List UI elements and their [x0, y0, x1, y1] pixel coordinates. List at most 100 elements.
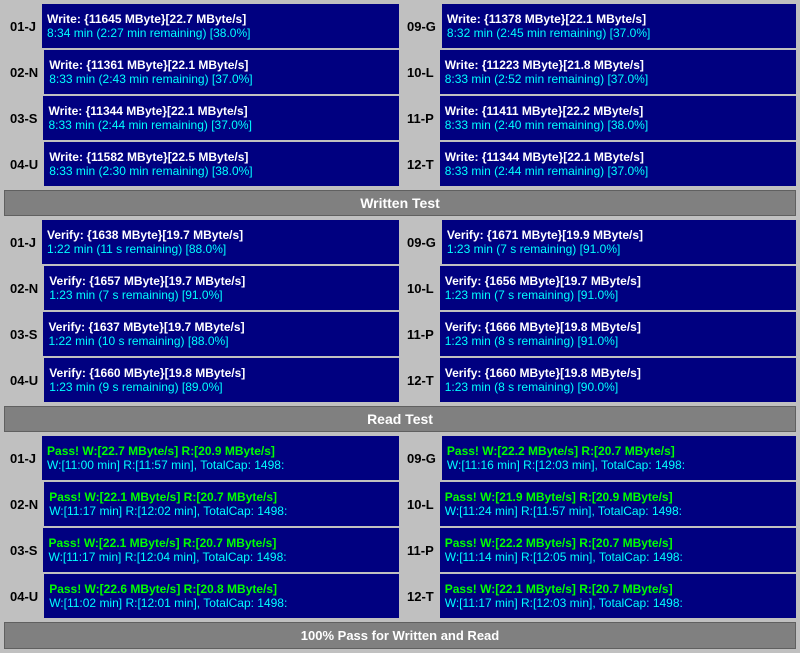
drive-id: 10-L — [401, 266, 440, 310]
cell-line2: W:[11:02 min] R:[12:01 min], TotalCap: 1… — [49, 596, 394, 610]
drive-cell: Verify: {1660 MByte}[19.8 MByte/s]1:23 m… — [44, 358, 399, 402]
cell-line1: Pass! W:[22.6 MByte/s] R:[20.8 MByte/s] — [49, 582, 394, 596]
row-left-02n: 02-NPass! W:[22.1 MByte/s] R:[20.7 MByte… — [4, 482, 399, 526]
drive-id: 09-G — [401, 4, 442, 48]
row-left-01j: 01-JPass! W:[22.7 MByte/s] R:[20.9 MByte… — [4, 436, 399, 480]
cell-line2: 8:34 min (2:27 min remaining) [38.0%] — [47, 26, 394, 40]
drive-id: 09-G — [401, 436, 442, 480]
drive-cell: Verify: {1671 MByte}[19.9 MByte/s]1:23 m… — [442, 220, 796, 264]
cell-line1: Verify: {1666 MByte}[19.8 MByte/s] — [445, 320, 791, 334]
cell-line1: Verify: {1671 MByte}[19.9 MByte/s] — [447, 228, 791, 242]
cell-line1: Write: {11411 MByte}[22.2 MByte/s] — [445, 104, 791, 118]
drive-id: 03-S — [4, 312, 43, 356]
cell-line2: 1:23 min (8 s remaining) [90.0%] — [445, 380, 791, 394]
cell-line2: 1:23 min (8 s remaining) [91.0%] — [445, 334, 791, 348]
cell-line2: 1:22 min (10 s remaining) [88.0%] — [48, 334, 394, 348]
drive-id: 02-N — [4, 266, 44, 310]
cell-line1: Pass! W:[22.2 MByte/s] R:[20.7 MByte/s] — [445, 536, 791, 550]
drive-id: 02-N — [4, 50, 44, 94]
row-right-09g: 09-GWrite: {11378 MByte}[22.1 MByte/s]8:… — [401, 4, 796, 48]
row-left-03s: 03-SVerify: {1637 MByte}[19.7 MByte/s]1:… — [4, 312, 399, 356]
drive-id: 04-U — [4, 142, 44, 186]
drive-cell: Verify: {1637 MByte}[19.7 MByte/s]1:22 m… — [43, 312, 399, 356]
row-left-02n: 02-N Write: {11361 MByte}[22.1 MByte/s]8:… — [4, 50, 399, 94]
row-left-04u: 04-UVerify: {1660 MByte}[19.8 MByte/s]1:… — [4, 358, 399, 402]
cell-line1: Pass! W:[22.1 MByte/s] R:[20.7 MByte/s] — [48, 536, 394, 550]
row-left-01j: 01-JWrite: {11645 MByte}[22.7 MByte/s]8:… — [4, 4, 399, 48]
drive-cell: Write: {11344 MByte}[22.1 MByte/s]8:33 m… — [440, 142, 796, 186]
drive-id: 04-U — [4, 574, 44, 618]
drive-cell: Pass! W:[22.1 MByte/s] R:[20.7 MByte/s]W… — [44, 482, 399, 526]
cell-line1: Pass! W:[21.9 MByte/s] R:[20.9 MByte/s] — [445, 490, 791, 504]
row-right-11p: 11-P Verify: {1666 MByte}[19.8 MByte/s]1:… — [401, 312, 796, 356]
drive-id: 09-G — [401, 220, 442, 264]
cell-line2: W:[11:00 min] R:[11:57 min], TotalCap: 1… — [47, 458, 394, 472]
cell-line1: Write: {11582 MByte}[22.5 MByte/s] — [49, 150, 394, 164]
row-right-11p: 11-PWrite: {11411 MByte}[22.2 MByte/s]8:… — [401, 96, 796, 140]
drive-cell: Verify: {1657 MByte}[19.7 MByte/s]1:23 m… — [44, 266, 399, 310]
row-left-02n: 02-NVerify: {1657 MByte}[19.7 MByte/s]1:… — [4, 266, 399, 310]
read-test-label: Read Test — [4, 406, 796, 432]
drive-cell: Verify: {1638 MByte}[19.7 MByte/s]1:22 m… — [42, 220, 399, 264]
cell-line1: Write: {11344 MByte}[22.1 MByte/s] — [445, 150, 791, 164]
cell-line2: W:[11:24 min] R:[11:57 min], TotalCap: 1… — [445, 504, 791, 518]
verify-grid: 01-JVerify: {1638 MByte}[19.7 MByte/s]1:… — [4, 220, 796, 402]
cell-line2: 8:33 min (2:30 min remaining) [38.0%] — [49, 164, 394, 178]
drive-cell: Write: {11344 MByte}[22.1 MByte/s]8:33 m… — [43, 96, 399, 140]
drive-cell: Pass! W:[22.1 MByte/s] R:[20.7 MByte/s]W… — [440, 574, 796, 618]
drive-id: 10-L — [401, 482, 440, 526]
cell-line1: Write: {11223 MByte}[21.8 MByte/s] — [445, 58, 791, 72]
read-grid: 01-JPass! W:[22.7 MByte/s] R:[20.9 MByte… — [4, 436, 796, 618]
main-container: 01-JWrite: {11645 MByte}[22.7 MByte/s]8:… — [0, 0, 800, 653]
cell-line2: 1:23 min (7 s remaining) [91.0%] — [49, 288, 394, 302]
row-right-10l: 10-LWrite: {11223 MByte}[21.8 MByte/s]8:… — [401, 50, 796, 94]
cell-line1: Write: {11361 MByte}[22.1 MByte/s] — [49, 58, 394, 72]
row-right-10l: 10-LVerify: {1656 MByte}[19.7 MByte/s]1:… — [401, 266, 796, 310]
cell-line2: W:[11:16 min] R:[12:03 min], TotalCap: 1… — [447, 458, 791, 472]
cell-line2: 8:33 min (2:43 min remaining) [37.0%] — [49, 72, 394, 86]
written-test-label: Written Test — [4, 190, 796, 216]
cell-line1: Verify: {1660 MByte}[19.8 MByte/s] — [445, 366, 791, 380]
cell-line2: 1:23 min (7 s remaining) [91.0%] — [445, 288, 791, 302]
cell-line1: Pass! W:[22.1 MByte/s] R:[20.7 MByte/s] — [49, 490, 394, 504]
cell-line2: 1:23 min (9 s remaining) [89.0%] — [49, 380, 394, 394]
drive-cell: Write: {11411 MByte}[22.2 MByte/s]8:33 m… — [440, 96, 796, 140]
drive-cell: Write: {11223 MByte}[21.8 MByte/s]8:33 m… — [440, 50, 796, 94]
row-right-11p: 11-PPass! W:[22.2 MByte/s] R:[20.7 MByte… — [401, 528, 796, 572]
drive-cell: Pass! W:[22.2 MByte/s] R:[20.7 MByte/s]W… — [440, 528, 796, 572]
drive-cell: Write: {11378 MByte}[22.1 MByte/s]8:32 m… — [442, 4, 796, 48]
cell-line1: Pass! W:[22.7 MByte/s] R:[20.9 MByte/s] — [47, 444, 394, 458]
row-right-12t: 12-TVerify: {1660 MByte}[19.8 MByte/s]1:… — [401, 358, 796, 402]
drive-id: 03-S — [4, 96, 43, 140]
drive-cell: Verify: {1660 MByte}[19.8 MByte/s]1:23 m… — [440, 358, 796, 402]
drive-id: 12-T — [401, 574, 440, 618]
drive-cell: Write: {11582 MByte}[22.5 MByte/s]8:33 m… — [44, 142, 399, 186]
cell-line1: Verify: {1637 MByte}[19.7 MByte/s] — [48, 320, 394, 334]
drive-id: 04-U — [4, 358, 44, 402]
row-left-04u: 04-UPass! W:[22.6 MByte/s] R:[20.8 MByte… — [4, 574, 399, 618]
cell-line1: Write: {11344 MByte}[22.1 MByte/s] — [48, 104, 394, 118]
drive-cell: Verify: {1656 MByte}[19.7 MByte/s]1:23 m… — [440, 266, 796, 310]
read-section: 01-JPass! W:[22.7 MByte/s] R:[20.9 MByte… — [4, 436, 796, 618]
row-right-12t: 12-TPass! W:[22.1 MByte/s] R:[20.7 MByte… — [401, 574, 796, 618]
cell-line1: Verify: {1660 MByte}[19.8 MByte/s] — [49, 366, 394, 380]
drive-id: 11-P — [401, 312, 440, 356]
drive-id: 11-P — [401, 528, 440, 572]
drive-cell: Write: {11645 MByte}[22.7 MByte/s]8:34 m… — [42, 4, 399, 48]
drive-id: 10-L — [401, 50, 440, 94]
cell-line1: Verify: {1656 MByte}[19.7 MByte/s] — [445, 274, 791, 288]
cell-line2: W:[11:17 min] R:[12:04 min], TotalCap: 1… — [48, 550, 394, 564]
cell-line2: 8:33 min (2:44 min remaining) [37.0%] — [48, 118, 394, 132]
cell-line2: 1:22 min (11 s remaining) [88.0%] — [47, 242, 394, 256]
drive-id: 12-T — [401, 142, 440, 186]
drive-cell: Pass! W:[22.1 MByte/s] R:[20.7 MByte/s]W… — [43, 528, 399, 572]
drive-cell: Pass! W:[22.6 MByte/s] R:[20.8 MByte/s]W… — [44, 574, 399, 618]
drive-cell: Pass! W:[21.9 MByte/s] R:[20.9 MByte/s]W… — [440, 482, 796, 526]
drive-cell: Pass! W:[22.2 MByte/s] R:[20.7 MByte/s]W… — [442, 436, 796, 480]
write-grid: 01-JWrite: {11645 MByte}[22.7 MByte/s]8:… — [4, 4, 796, 186]
drive-id: 02-N — [4, 482, 44, 526]
drive-id: 01-J — [4, 4, 42, 48]
cell-line1: Verify: {1657 MByte}[19.7 MByte/s] — [49, 274, 394, 288]
cell-line1: Pass! W:[22.2 MByte/s] R:[20.7 MByte/s] — [447, 444, 791, 458]
cell-line2: W:[11:17 min] R:[12:02 min], TotalCap: 1… — [49, 504, 394, 518]
